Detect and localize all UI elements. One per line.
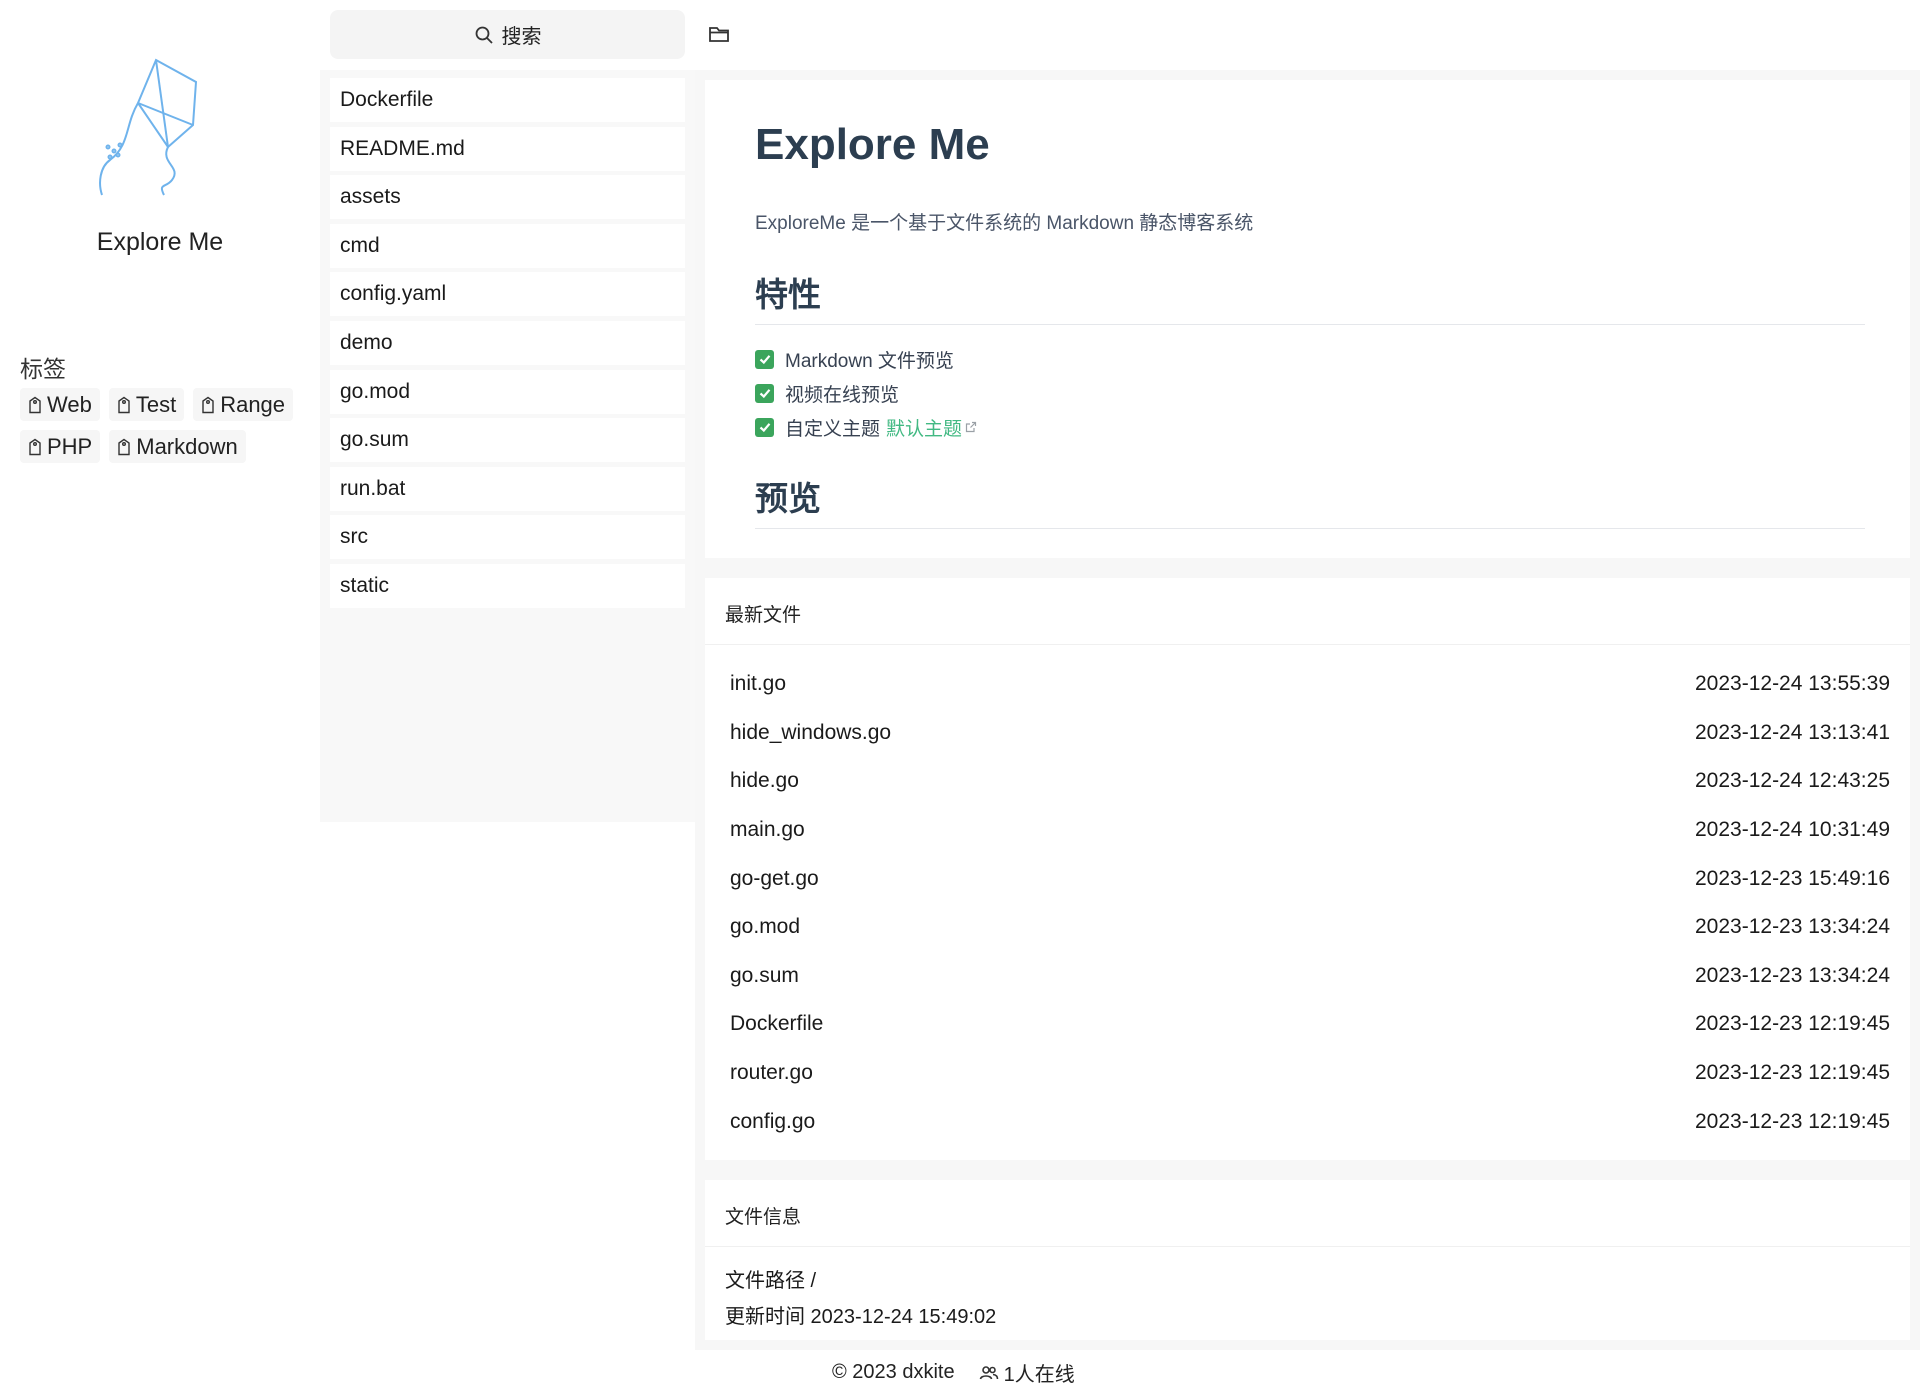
feature-text: 视频在线预览 [785,384,900,406]
recent-file-row[interactable]: main.go 2023-12-24 10:31:49 [730,806,1890,855]
recent-file-time: 2023-12-24 10:31:49 [1695,818,1890,842]
footer: © 2023 dxkite 1人在线 [832,1358,1075,1387]
file-list-item[interactable]: demo [330,320,685,365]
recent-file-name[interactable]: go.sum [730,964,799,988]
file-list-item[interactable]: go.sum [330,418,685,463]
file-list-item[interactable]: cmd [330,223,685,268]
recent-file-name[interactable]: config.go [730,1110,815,1134]
recent-file-row[interactable]: router.go 2023-12-23 12:19:45 [730,1049,1890,1098]
checkbox-checked-icon [755,383,774,403]
tag-chip[interactable]: Test [108,388,185,421]
file-info-title: 文件信息 [725,1207,802,1228]
feature-list: Markdown 文件预览 视频在线预览 自定义主题 默认主题 [755,342,977,444]
file-path: 文件路径 / [725,1270,817,1292]
default-theme-link[interactable]: 默认主题 [886,414,977,441]
checkbox-checked-icon [755,349,774,369]
checkbox-checked-icon [755,417,774,437]
file-list-item[interactable]: src [330,515,685,560]
file-list-item[interactable]: Dockerfile [330,78,685,122]
file-updated-time: 更新时间 2023-12-24 15:49:02 [725,1306,997,1328]
feature-text: Markdown 文件预览 [785,350,954,372]
tag-icon [29,438,41,455]
divider [705,1246,1910,1247]
file-list-item[interactable]: go.mod [330,369,685,414]
recent-file-name[interactable]: hide_windows.go [730,721,891,745]
file-list: Dockerfile README.md assets cmd config.yaml d… [330,78,685,613]
recent-file-time: 2023-12-24 13:55:39 [1695,672,1890,696]
readme-card: Explore Me ExploreMe 是一个基于文件系统的 Markdown… [705,80,1910,558]
file-list-item[interactable]: run.bat [330,466,685,511]
tag-label[interactable]: PHP [47,434,92,460]
recent-file-row[interactable]: go.mod 2023-12-23 13:34:24 [730,903,1890,952]
recent-file-row[interactable]: go-get.go 2023-12-23 15:49:16 [730,854,1890,903]
divider [705,644,1910,645]
tag-chip[interactable]: Range [193,388,294,421]
external-link-icon [965,421,977,433]
recent-file-row[interactable]: go.sum 2023-12-23 13:34:24 [730,952,1890,1001]
recent-file-row[interactable]: hide.go 2023-12-24 12:43:25 [730,757,1890,806]
tag-chip[interactable]: Markdown [109,430,246,463]
file-list-item[interactable]: config.yaml [330,272,685,317]
feature-text: 自定义主题 [785,418,881,440]
recent-file-time: 2023-12-24 13:13:41 [1695,720,1890,744]
search-button[interactable]: 搜索 [330,10,685,59]
site-title[interactable]: Explore Me [0,228,320,257]
search-icon [475,26,493,44]
file-list-panel: Dockerfile README.md assets cmd config.yaml d… [320,70,695,822]
recent-file-time: 2023-12-23 13:34:24 [1695,915,1890,939]
tag-chip[interactable]: PHP [20,430,101,463]
recent-file-name[interactable]: init.go [730,672,786,696]
recent-file-name[interactable]: main.go [730,818,805,842]
feature-item: 视频在线预览 [755,376,977,410]
file-list-item[interactable]: static [330,563,685,608]
recent-files-card: 最新文件 init.go 2023-12-24 13:55:39 hide_wind… [705,578,1910,1160]
recent-file-time: 2023-12-24 12:43:25 [1695,769,1890,793]
file-list-item[interactable]: assets [330,175,685,220]
recent-file-time: 2023-12-23 12:19:45 [1695,1012,1890,1036]
default-theme-link-label[interactable]: 默认主题 [886,414,962,441]
tag-icon [29,396,41,413]
tag-label[interactable]: Web [47,392,92,418]
preview-heading: 预览 [755,472,1865,529]
tag-icon [202,396,214,413]
recent-file-time: 2023-12-23 13:34:24 [1695,963,1890,987]
features-heading: 特性 [755,268,1865,325]
tag-icon [118,438,130,455]
tag-label[interactable]: Markdown [136,434,237,460]
recent-file-name[interactable]: Dockerfile [730,1012,823,1036]
sidebar: Explore Me 标签 Web Test Range PHP Markdown [0,0,320,1394]
recent-file-time: 2023-12-23 12:19:45 [1695,1109,1890,1133]
feature-item: 自定义主题 默认主题 [755,410,977,444]
readme-description: ExploreMe 是一个基于文件系统的 Markdown 静态博客系统 [755,213,1254,234]
recent-file-row[interactable]: hide_windows.go 2023-12-24 13:13:41 [730,709,1890,758]
tag-label[interactable]: Range [220,392,285,418]
recent-file-name[interactable]: router.go [730,1061,813,1085]
recent-file-row[interactable]: Dockerfile 2023-12-23 12:19:45 [730,1000,1890,1049]
tag-list: Web Test Range PHP Markdown [20,388,300,463]
readme-title: Explore Me [755,120,990,169]
online-count: 1人在线 [979,1358,1075,1387]
users-icon [979,1365,998,1379]
file-info-card: 文件信息 文件路径 / 更新时间 2023-12-24 15:49:02 [705,1180,1910,1340]
tag-chip[interactable]: Web [20,388,100,421]
tags-heading: 标签 [20,356,66,382]
tag-label[interactable]: Test [136,392,176,418]
feature-item: Markdown 文件预览 [755,342,977,376]
recent-file-name[interactable]: go.mod [730,915,800,939]
recent-file-row[interactable]: init.go 2023-12-24 13:55:39 [730,660,1890,709]
recent-file-row[interactable]: config.go 2023-12-23 12:19:45 [730,1097,1890,1146]
recent-file-time: 2023-12-23 15:49:16 [1695,866,1890,890]
tag-icon [118,396,130,413]
recent-file-name[interactable]: hide.go [730,769,799,793]
recent-file-name[interactable]: go-get.go [730,867,819,891]
kite-logo-icon[interactable] [90,55,210,205]
search-label: 搜索 [501,26,542,48]
folder-icon[interactable] [708,24,730,44]
file-list-item[interactable]: README.md [330,126,685,171]
recent-files-list: init.go 2023-12-24 13:55:39 hide_windows.g… [730,660,1890,1146]
copyright: © 2023 dxkite [832,1361,955,1383]
recent-file-time: 2023-12-23 12:19:45 [1695,1061,1890,1085]
online-count-label: 1人在线 [1003,1364,1075,1386]
recent-files-title: 最新文件 [725,605,802,626]
